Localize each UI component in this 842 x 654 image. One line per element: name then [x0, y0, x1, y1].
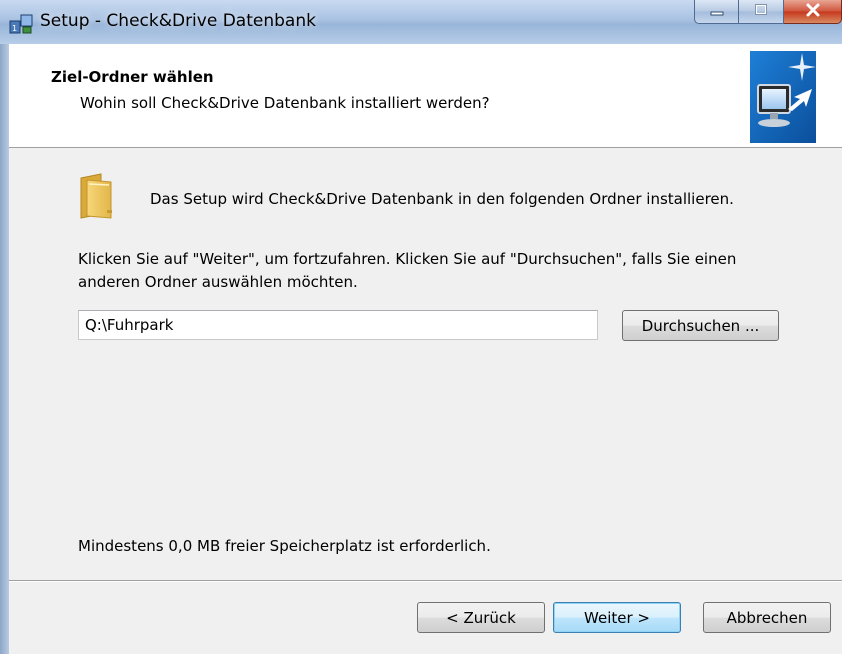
close-button[interactable] [784, 0, 842, 24]
wizard-footer: < Zurück Weiter > Abbrechen [9, 582, 842, 654]
window-border [0, 44, 9, 654]
instruction-text: Klicken Sie auf "Weiter", um fortzufahre… [78, 250, 737, 291]
maximize-icon [753, 2, 769, 21]
setup-icon: 1 [9, 12, 33, 34]
folder-icon [77, 172, 117, 220]
browse-button[interactable]: Durchsuchen ... [622, 310, 779, 341]
caption-buttons [694, 0, 842, 26]
maximize-button[interactable] [739, 0, 784, 24]
install-monitor-icon [750, 51, 816, 143]
wizard-header: Ziel-Ordner wählen Wohin soll Check&Driv… [9, 44, 842, 148]
svg-text:1: 1 [12, 24, 17, 33]
title-bar[interactable]: 1 Setup - Check&Drive Datenbank [0, 0, 842, 44]
page-subheading: Wohin soll Check&Drive Datenbank install… [80, 94, 490, 112]
minimize-button[interactable] [694, 0, 739, 24]
wizard-content: Das Setup wird Check&Drive Datenbank in … [9, 148, 842, 580]
back-button[interactable]: < Zurück [417, 602, 545, 633]
intro-text: Das Setup wird Check&Drive Datenbank in … [150, 190, 734, 208]
next-button[interactable]: Weiter > [553, 602, 681, 633]
disk-space-text: Mindestens 0,0 MB freier Speicherplatz i… [78, 537, 491, 555]
setup-window: 1 Setup - Check&Drive Datenbank Ziel-Ord… [0, 0, 842, 654]
window-title: Setup - Check&Drive Datenbank [40, 11, 316, 31]
page-heading: Ziel-Ordner wählen [51, 68, 214, 86]
close-icon [804, 2, 822, 22]
destination-path-input[interactable] [78, 310, 598, 340]
minimize-icon [709, 2, 725, 21]
cancel-button[interactable]: Abbrechen [703, 602, 831, 633]
